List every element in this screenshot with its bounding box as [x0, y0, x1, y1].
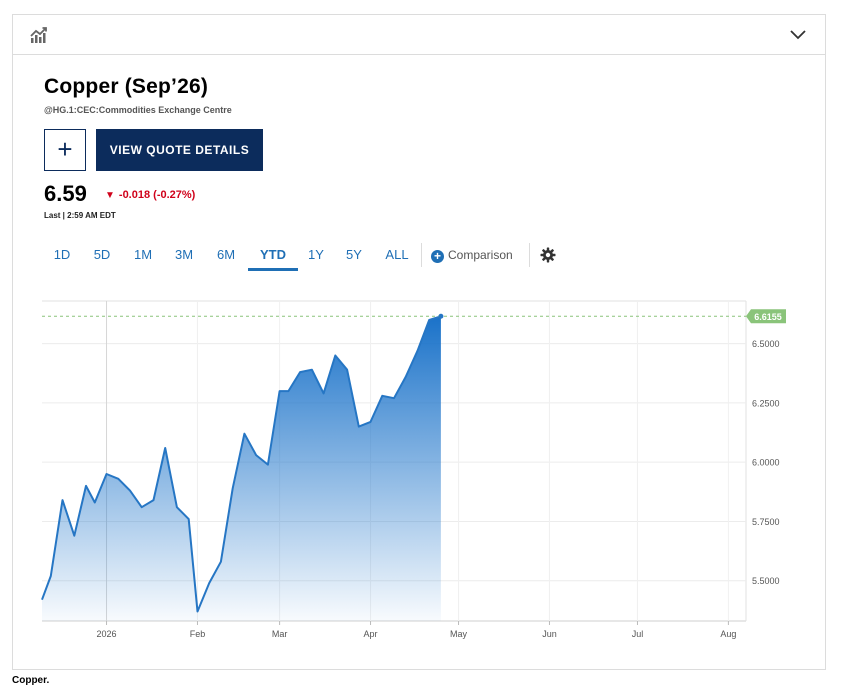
- x-tick-label: Jul: [632, 629, 644, 639]
- figure-caption: Copper.: [12, 675, 50, 686]
- series-area: [42, 316, 441, 621]
- x-tick-label: Aug: [720, 629, 736, 639]
- x-tick-label: Apr: [364, 629, 378, 639]
- price-chart: 5.5000 5.7500 6.0000 6.2500 6.5000 2026 Feb Mar…: [41, 300, 786, 639]
- x-tick-label: Jun: [542, 629, 557, 639]
- x-tick-label: Mar: [272, 629, 288, 639]
- x-tick-label: 2026: [97, 629, 117, 639]
- y-tick-label: 6.0000: [752, 458, 780, 468]
- x-tick-label: May: [450, 629, 468, 639]
- y-tick-label: 6.5000: [752, 339, 780, 349]
- x-tick-label: Feb: [190, 629, 206, 639]
- y-tick-label: 6.2500: [752, 398, 780, 408]
- y-tick-label: 5.5000: [752, 576, 780, 586]
- last-value-label: 6.6155: [754, 312, 782, 322]
- last-point-marker: [438, 313, 444, 319]
- y-tick-label: 5.7500: [752, 517, 780, 527]
